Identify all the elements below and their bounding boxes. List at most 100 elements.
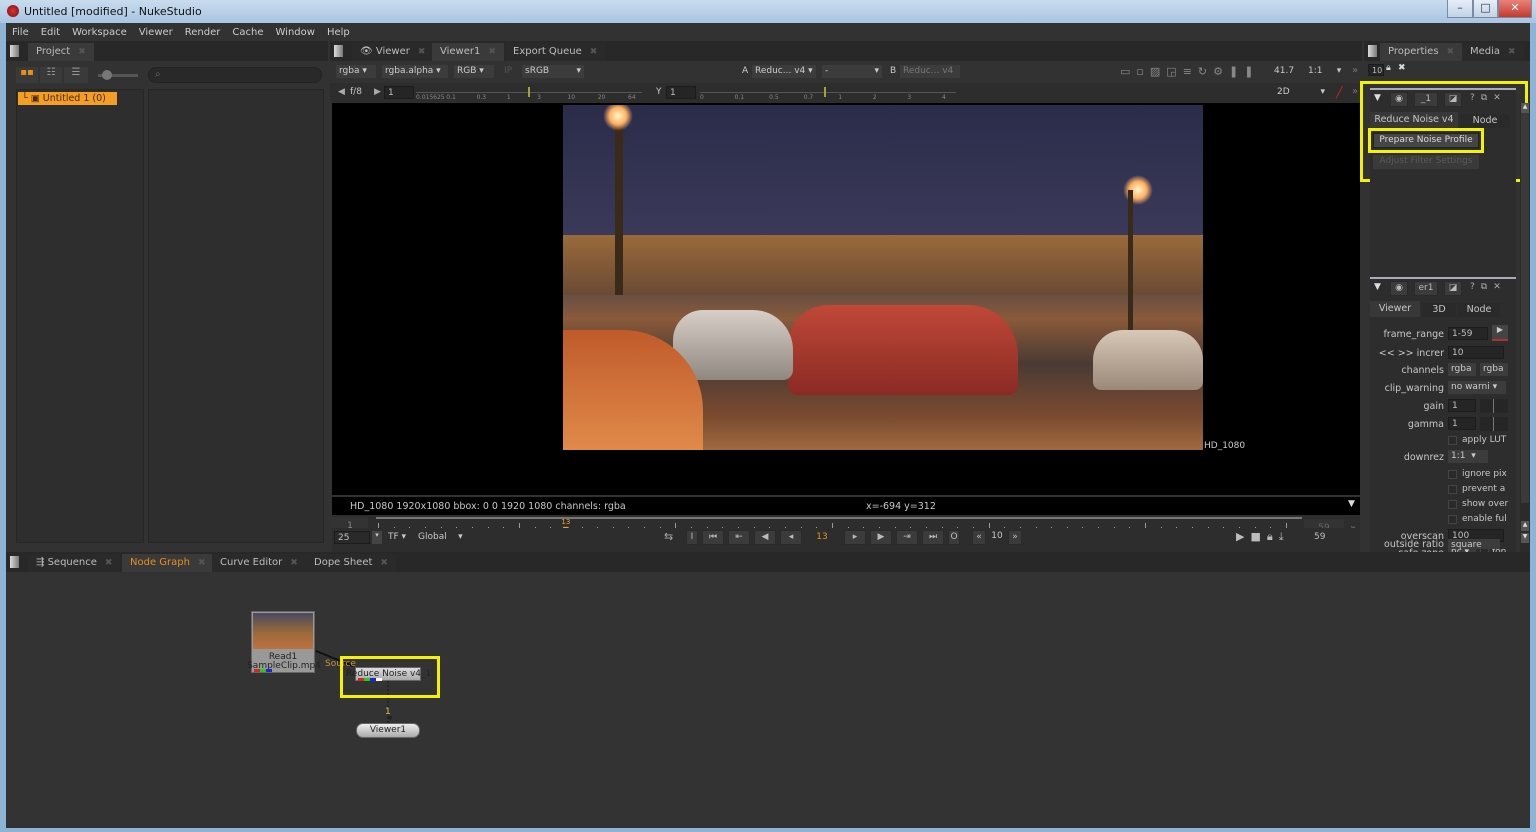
search-input[interactable]: ⌕ [148,67,322,83]
node-color-icon[interactable]: ◉ [1390,281,1408,296]
a-input-dropdown[interactable]: Reduc... v4 ▾ [752,65,816,78]
help-icon[interactable]: ? [1470,282,1481,292]
fstop-label[interactable]: f/8 [350,87,362,97]
detail-view-button[interactable]: ☷ [40,67,62,83]
tab-media[interactable]: Media ✖ [1462,43,1524,61]
channels-b-dropdown[interactable]: rgba [1480,363,1508,376]
thumbnail-view-button[interactable]: ▪▪ [16,67,38,83]
prev-frame-button[interactable]: ◂ [780,530,802,545]
menu-render[interactable]: Render [179,23,227,38]
gain-slider[interactable]: 0.015625 0.1 0.3 1 3 10 20 64 [416,86,642,101]
zoom-level[interactable]: 41.7 [1274,66,1294,76]
expand-toolbar-icon[interactable]: » [1352,65,1358,76]
compare-dropdown[interactable]: - ▾ [822,65,882,78]
fps-input[interactable]: 25 [334,531,370,544]
menu-edit[interactable]: Edit [35,23,66,38]
tab-dope-sheet[interactable]: Dope Sheet ✖ [306,554,396,572]
downrez-dropdown[interactable]: 1:1 ▾ [1448,450,1488,463]
tab-node-graph[interactable]: Node Graph ✖ [122,554,214,572]
safe-area-icon[interactable]: ▫ [1136,65,1149,78]
time-format-dropdown[interactable]: TF ▾ [388,532,406,542]
close-tab-icon[interactable]: ✖ [1447,47,1455,57]
viewer-node[interactable]: Viewer1 [356,723,420,738]
tab-viewer1[interactable]: Viewer1 ✖ [432,43,504,61]
tab-3d[interactable]: 3D [1422,303,1456,317]
dock-handle-icon[interactable] [10,556,19,568]
menu-cache[interactable]: Cache [226,23,269,38]
dock-handle-icon[interactable] [1368,45,1377,57]
node-name-field[interactable]: _1 [1414,92,1438,107]
timeline-range-bar[interactable] [376,517,1302,519]
display-channel-dropdown[interactable]: RGB ▾ [454,65,494,78]
frame-range-icon[interactable]: ⤓ [1279,530,1290,543]
node-graph-canvas[interactable]: Read1 SampleClip.mp4 Source Reduce Noise… [8,574,1528,826]
increment-input[interactable]: 10 [988,531,1006,541]
play-backward-button[interactable]: ◀ [754,530,776,545]
expand-toolbar-icon[interactable]: » [1352,86,1358,97]
collapse-node-icon[interactable]: ▼ [1374,282,1381,292]
close-panel-icon[interactable]: ✕ [1493,93,1507,103]
last-frame-button[interactable]: ⏭ [922,530,944,545]
view-mode-dropdown[interactable]: 2D ▾ [1274,86,1328,99]
lock-panel-icon[interactable]: 🔒︎ [1386,63,1391,73]
close-panel-icon[interactable]: ✕ [1493,282,1507,292]
close-tab-icon[interactable]: ✖ [198,558,206,568]
current-frame-input[interactable]: 13 [810,532,834,542]
out-frame-value[interactable]: 59 [1314,532,1325,542]
flipbook-icon[interactable]: ▶ [1236,530,1250,543]
refresh-icon[interactable]: ↻ [1198,65,1213,78]
scrollbar-thumb[interactable] [1521,113,1529,503]
close-tab-icon[interactable]: ✖ [78,47,86,57]
tab-reduce-noise[interactable]: Reduce Noise v4 [1370,112,1458,128]
tab-project[interactable]: Project ✖ [28,43,94,61]
paint-brush-icon[interactable]: ╱ [1336,86,1343,99]
gamma-input[interactable]: 1 [666,86,696,99]
list-view-button[interactable]: ☰ [64,67,88,83]
close-window-button[interactable]: ✕ [1498,0,1532,18]
tab-node[interactable]: Node [1460,114,1510,128]
max-panels-input[interactable]: 10 [1368,64,1384,76]
close-tab-icon[interactable]: ✖ [488,47,496,57]
scope-dropdown[interactable]: Global ▾ [418,532,463,542]
minimize-button[interactable]: – [1447,0,1473,18]
fstop-decrement[interactable]: ◀ [338,87,345,97]
play-forward-button[interactable]: ▶ [870,530,892,545]
show-overscan-checkbox[interactable] [1448,500,1457,509]
scroll-up-button[interactable]: ▲ [1521,103,1529,113]
node-bypass-icon[interactable]: ◪ [1444,92,1462,107]
menu-window[interactable]: Window [270,23,321,38]
fstop-increment[interactable]: ▶ [374,87,381,97]
alpha-channel-dropdown[interactable]: rgba.alpha ▾ [382,65,448,78]
tab-viewer[interactable]: 👁︎ Viewer ✖ [352,43,434,61]
mask-icon[interactable]: ▨ [1150,65,1166,78]
ip-toggle[interactable]: IP [504,66,512,76]
increment-input[interactable]: 10 [1448,346,1504,359]
viewer-canvas[interactable]: HD_1080 [332,103,1360,495]
tab-export-queue[interactable]: Export Queue ✖ [505,43,606,61]
dock-handle-icon[interactable] [10,45,19,57]
first-frame-button[interactable]: ⏮ [702,530,724,545]
record-icon[interactable]: ■ [1250,530,1266,543]
close-tab-icon[interactable]: ✖ [105,558,113,568]
skip-back-button[interactable]: « [972,530,986,545]
maximize-button[interactable]: □ [1473,0,1498,18]
tab-properties[interactable]: Properties ✖ [1380,43,1463,61]
channels-dropdown[interactable]: rgba ▾ [336,65,376,78]
ignore-pixel-checkbox[interactable] [1448,470,1457,479]
stack-icon[interactable]: ≡ [1183,65,1198,78]
float-panel-icon[interactable]: ⧉ [1481,282,1493,292]
info-expand-icon[interactable]: ▼ [1348,499,1355,509]
enable-full-checkbox[interactable] [1448,515,1457,524]
menu-workspace[interactable]: Workspace [66,23,133,38]
prev-keyframe-button[interactable]: ⇤ [728,530,750,545]
close-tab-icon[interactable]: ✖ [1508,47,1516,57]
tab-node[interactable]: Node [1458,303,1500,317]
tab-curve-editor[interactable]: Curve Editor ✖ [212,554,306,572]
proxy-dropdown[interactable]: 1:1 ▾ [1308,66,1341,76]
node-name-field[interactable]: er1 [1414,281,1438,296]
reduce-noise-node[interactable]: Reduce Noise v4_1 [346,667,431,681]
slider-handle[interactable] [102,70,112,80]
prepare-noise-profile-button[interactable]: Prepare Noise Profile [1373,133,1479,148]
menu-viewer[interactable]: Viewer [133,23,179,38]
properties-scrollbar[interactable]: ▲ ▲ ▼ [1520,103,1530,552]
